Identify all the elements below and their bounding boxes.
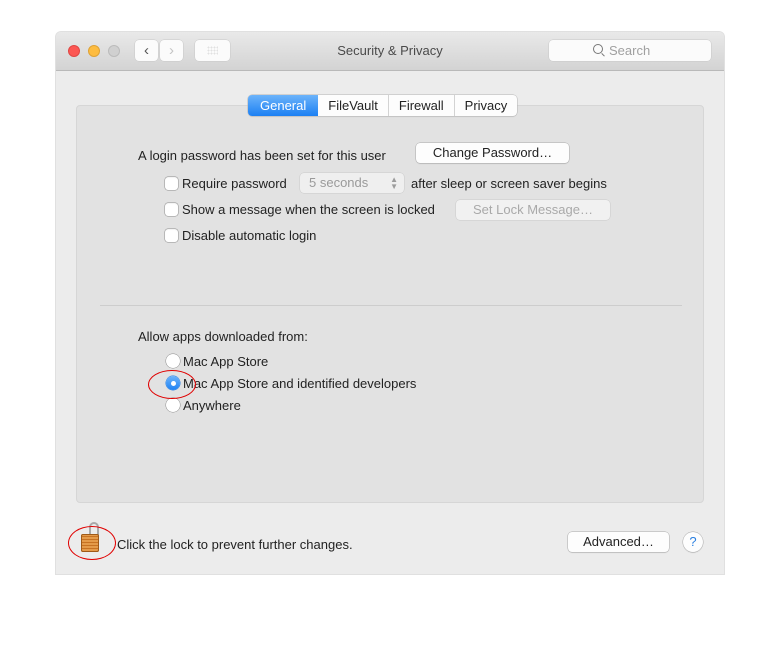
- radio-anywhere[interactable]: [166, 398, 180, 412]
- search-input[interactable]: [609, 42, 704, 59]
- require-password-suffix: after sleep or screen saver begins: [411, 176, 607, 191]
- security-privacy-window: ‹ › Security & Privacy General FileVault…: [56, 32, 724, 574]
- require-password-checkbox[interactable]: [165, 177, 178, 190]
- search-field[interactable]: [549, 40, 711, 61]
- radio-identified-developers-label: Mac App Store and identified developers: [183, 376, 417, 391]
- radio-mac-app-store[interactable]: [166, 354, 180, 368]
- section-divider: [100, 305, 682, 306]
- set-lock-message-button[interactable]: Set Lock Message…: [456, 200, 610, 220]
- disable-auto-login-checkbox[interactable]: [165, 229, 178, 242]
- tab-filevault[interactable]: FileVault: [318, 95, 389, 116]
- disable-auto-login-label: Disable automatic login: [182, 228, 317, 243]
- general-panel: [76, 105, 704, 503]
- annotation-circle-lock: [68, 526, 116, 560]
- lock-status-text: Click the lock to prevent further change…: [117, 537, 353, 552]
- password-delay-value: 5 seconds: [309, 175, 369, 190]
- allow-apps-heading: Allow apps downloaded from:: [138, 329, 308, 344]
- advanced-button[interactable]: Advanced…: [568, 532, 669, 552]
- tab-firewall[interactable]: Firewall: [389, 95, 455, 116]
- annotation-circle-radio: [148, 370, 196, 399]
- password-delay-select[interactable]: 5 seconds ▲ ▼: [300, 173, 404, 193]
- require-password-label: Require password: [182, 176, 287, 191]
- radio-mac-app-store-label: Mac App Store: [183, 354, 269, 369]
- change-password-button[interactable]: Change Password…: [416, 143, 569, 163]
- question-mark-icon: ?: [689, 534, 697, 549]
- up-down-chevron-icon: ▲ ▼: [390, 175, 398, 191]
- tab-general[interactable]: General: [248, 95, 319, 116]
- radio-anywhere-label: Anywhere: [183, 398, 241, 413]
- login-password-text: A login password has been set for this u…: [138, 148, 386, 163]
- show-message-label: Show a message when the screen is locked: [182, 202, 435, 217]
- show-message-checkbox[interactable]: [165, 203, 178, 216]
- help-button[interactable]: ?: [683, 532, 703, 552]
- title-bar: ‹ › Security & Privacy: [56, 32, 724, 71]
- tab-bar: General FileVault Firewall Privacy: [248, 95, 518, 116]
- search-icon: [593, 44, 603, 54]
- tab-privacy[interactable]: Privacy: [455, 95, 518, 116]
